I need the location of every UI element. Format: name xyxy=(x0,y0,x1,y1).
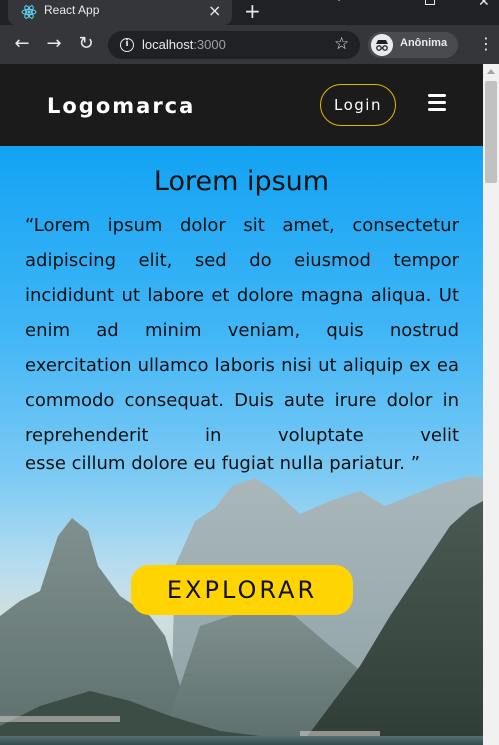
scroll-thumb[interactable] xyxy=(485,81,497,183)
incognito-icon xyxy=(371,34,393,56)
url-host: localhost xyxy=(142,37,194,52)
explore-button[interactable]: EXPLORAR xyxy=(131,565,353,615)
window-close-icon[interactable]: ✕ xyxy=(478,0,490,10)
scroll-up-arrow-icon[interactable] xyxy=(487,69,495,74)
browser-toolbar: ← → ↻ i localhost:3000 ☆ Anônima ⋮ xyxy=(0,25,499,64)
back-button[interactable]: ← xyxy=(11,33,33,55)
hero-quote-end: esse cillum dolore eu fugiat nulla paria… xyxy=(25,453,421,474)
profile-label: Anônima xyxy=(400,37,448,49)
address-bar[interactable]: i localhost:3000 ☆ xyxy=(108,31,360,59)
tab-search-icon[interactable]: ⌄ xyxy=(334,0,344,4)
hero-title: Lorem ipsum xyxy=(153,166,330,197)
react-logo-icon xyxy=(21,5,37,19)
tab-title: React App xyxy=(44,3,100,17)
reload-button[interactable]: ↻ xyxy=(75,33,97,55)
incognito-profile-button[interactable]: Anônima xyxy=(368,32,458,58)
tab-close-icon[interactable]: × xyxy=(208,1,221,20)
window-restore-icon[interactable] xyxy=(425,0,435,5)
hero-section: Lorem ipsum “Lorem ipsum dolor sit amet,… xyxy=(0,146,483,745)
site-header: Logomarca Login xyxy=(0,64,483,146)
page-scrollbar[interactable] xyxy=(483,64,499,745)
url-text[interactable]: localhost:3000 xyxy=(142,37,226,52)
login-button[interactable]: Login xyxy=(320,84,396,126)
page-viewport: Logomarca Login Lorem ipsum “Lorem ipsum… xyxy=(0,64,483,745)
site-info-icon[interactable]: i xyxy=(120,38,134,52)
browser-menu-icon[interactable]: ⋮ xyxy=(478,34,494,53)
star-icon[interactable]: ☆ xyxy=(334,34,349,54)
browser-tab-strip: React App × + ⌄ ✕ xyxy=(0,0,499,25)
logo[interactable]: Logomarca xyxy=(47,94,195,118)
url-port: :3000 xyxy=(193,37,226,52)
browser-tab[interactable]: React App × xyxy=(8,0,232,25)
hero-quote: “Lorem ipsum dolor sit amet, consectetur… xyxy=(25,215,459,446)
hamburger-icon[interactable] xyxy=(428,94,446,112)
forward-button[interactable]: → xyxy=(43,33,65,55)
new-tab-button[interactable]: + xyxy=(244,0,261,23)
